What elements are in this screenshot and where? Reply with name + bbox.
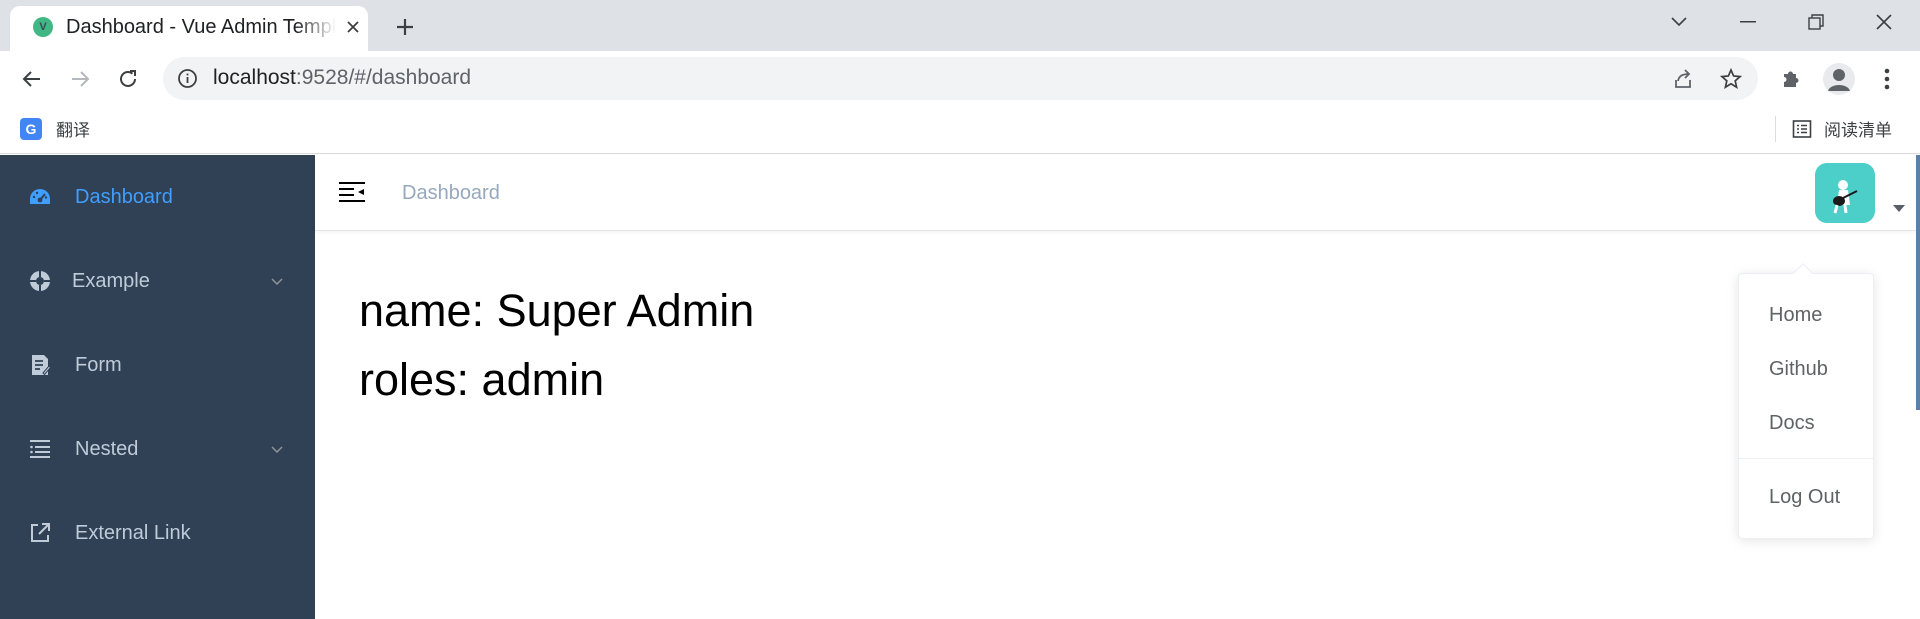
caret-down-icon[interactable]: [1893, 205, 1905, 213]
user-avatar[interactable]: [1815, 163, 1875, 223]
nested-icon: [28, 437, 52, 461]
sidebar-item-external-link[interactable]: External Link: [0, 491, 315, 575]
google-translate-icon: G: [20, 117, 42, 140]
avatar-image-icon: [1833, 180, 1858, 214]
chevron-down-icon: [271, 278, 283, 286]
reading-list-button[interactable]: 阅读清单: [1792, 116, 1892, 141]
browser-tab[interactable]: V Dashboard - Vue Admin Template: [10, 6, 368, 51]
forward-arrow-icon[interactable]: [64, 63, 96, 95]
address-bar[interactable]: localhost:9528/#/dashboard: [163, 57, 1758, 100]
breadcrumb[interactable]: Dashboard: [402, 182, 500, 205]
sidebar-item-label: Nested: [75, 437, 139, 460]
user-dropdown-menu: Home Github Docs Log Out: [1738, 273, 1874, 539]
browser-toolbar: localhost:9528/#/dashboard: [0, 51, 1920, 106]
reload-icon[interactable]: [112, 63, 144, 95]
browser-tab-strip: V Dashboard - Vue Admin Template: [0, 0, 1920, 51]
tab-search-chevron-icon[interactable]: [1657, 6, 1701, 38]
dropdown-item-log-out[interactable]: Log Out: [1739, 477, 1873, 517]
bookmark-label: 翻译: [56, 121, 90, 140]
back-arrow-icon[interactable]: [16, 63, 48, 95]
minimize-icon[interactable]: [1726, 6, 1770, 38]
url-path: :9528/#/dashboard: [295, 66, 472, 89]
bookmark-star-icon[interactable]: [1719, 67, 1743, 91]
dashboard-icon: [28, 185, 52, 209]
sidebar-item-label: External Link: [75, 521, 191, 544]
window-close-icon[interactable]: [1862, 6, 1906, 38]
profile-avatar-icon[interactable]: [1823, 63, 1855, 95]
sidebar-item-dashboard[interactable]: Dashboard: [0, 155, 315, 239]
navbar: Dashboard: [315, 155, 1920, 231]
sidebar-item-example[interactable]: Example: [0, 239, 315, 323]
bookmarks-divider: [1775, 116, 1776, 142]
main-content: Dashboard name: Super Admin roles: admin: [315, 155, 1920, 619]
tab-title: Dashboard - Vue Admin Template: [66, 16, 336, 38]
url-host: localhost: [213, 66, 296, 89]
sidebar-item-form[interactable]: Form: [0, 323, 315, 407]
close-tab-icon[interactable]: [340, 14, 366, 40]
dashboard-name-text: name: Super Admin: [359, 285, 755, 336]
dropdown-item-home[interactable]: Home: [1739, 295, 1873, 335]
sidebar-item-label: Example: [72, 269, 150, 292]
dropdown-divider: [1739, 458, 1873, 459]
sidebar-item-label: Dashboard: [75, 185, 173, 208]
reading-list-icon: [1792, 119, 1812, 138]
external-link-icon: [28, 521, 52, 545]
new-tab-plus-icon[interactable]: [390, 12, 420, 42]
bookmarks-bar: G 翻译 阅读清单: [0, 106, 1920, 154]
chevron-down-icon: [271, 446, 283, 454]
sidebar-item-label: Form: [75, 353, 122, 376]
site-info-icon[interactable]: [177, 68, 198, 89]
bookmark-translate[interactable]: G 翻译: [20, 116, 90, 141]
url-text[interactable]: localhost:9528/#/dashboard: [213, 66, 471, 90]
dropdown-item-github[interactable]: Github: [1739, 349, 1873, 389]
form-icon: [28, 353, 52, 377]
share-icon[interactable]: [1671, 67, 1695, 91]
browser-menu-kebab-icon[interactable]: [1871, 63, 1903, 95]
sidebar: Dashboard Example Form Nested External L…: [0, 155, 315, 619]
sidebar-item-nested[interactable]: Nested: [0, 407, 315, 491]
reading-list-label: 阅读清单: [1824, 121, 1892, 140]
restore-icon[interactable]: [1794, 6, 1838, 38]
extensions-puzzle-icon[interactable]: [1775, 63, 1807, 95]
dashboard-roles-text: roles: admin: [359, 354, 605, 405]
example-icon: [28, 269, 52, 293]
hamburger-icon[interactable]: [339, 181, 365, 203]
dropdown-item-docs[interactable]: Docs: [1739, 403, 1873, 443]
vue-favicon-icon: V: [33, 17, 53, 37]
scrollbar[interactable]: [1916, 155, 1920, 410]
